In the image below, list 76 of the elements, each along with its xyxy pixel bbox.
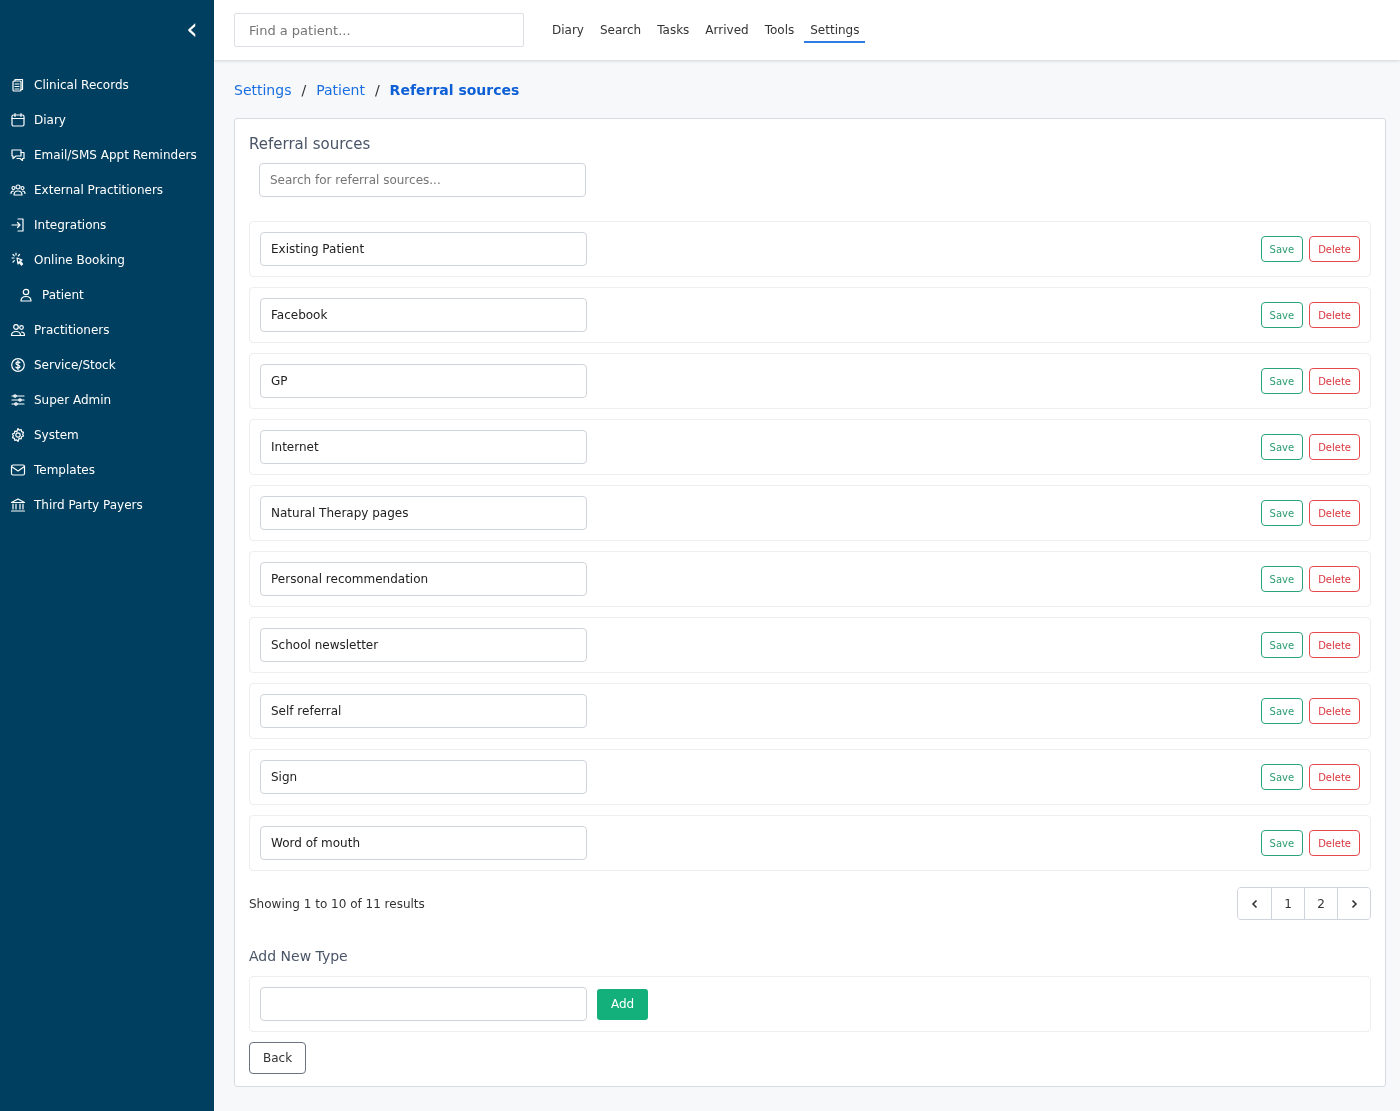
- sidebar-item[interactable]: Service/Stock: [10, 354, 116, 376]
- delete-button[interactable]: Delete: [1309, 236, 1360, 262]
- save-button[interactable]: Save: [1260, 302, 1304, 328]
- nav-tab[interactable]: Diary: [546, 17, 590, 43]
- delete-button[interactable]: Delete: [1309, 434, 1360, 460]
- clipboard-icon: [10, 77, 26, 93]
- delete-button[interactable]: Delete: [1309, 698, 1360, 724]
- sidebar-item[interactable]: Templates: [10, 459, 95, 481]
- breadcrumb-separator: /: [374, 82, 380, 98]
- referral-name-field[interactable]: GP: [260, 364, 587, 398]
- delete-button[interactable]: Delete: [1309, 764, 1360, 790]
- sidebar-item[interactable]: Practitioners: [10, 319, 110, 341]
- breadcrumb-separator: /: [301, 82, 307, 98]
- sidebar-item[interactable]: Clinical Records: [10, 74, 129, 96]
- gear-icon: [10, 427, 26, 443]
- sidebar-item[interactable]: Email/SMS Appt Reminders: [10, 144, 197, 166]
- referral-search-field[interactable]: Search for referral sources...: [259, 163, 586, 197]
- sliders-icon: [10, 392, 26, 408]
- save-button[interactable]: Save: [1260, 632, 1304, 658]
- pointer-icon: [10, 252, 26, 268]
- dollar-coin-icon: [10, 357, 26, 373]
- sidebar-item[interactable]: External Practitioners: [10, 179, 164, 201]
- delete-button[interactable]: Delete: [1309, 368, 1360, 394]
- envelope-icon: [10, 462, 26, 478]
- save-button[interactable]: Save: [1260, 236, 1304, 262]
- next-page-button[interactable]: [1337, 888, 1370, 919]
- sidebar-item[interactable]: Integrations: [10, 214, 107, 236]
- delete-button[interactable]: Delete: [1309, 566, 1360, 592]
- delete-button[interactable]: Delete: [1309, 830, 1360, 856]
- save-button[interactable]: Save: [1260, 500, 1304, 526]
- save-button[interactable]: Save: [1260, 368, 1304, 394]
- card-title: Referral sources: [249, 135, 372, 153]
- results-summary: Showing 1 to 10 of 11 results: [249, 896, 425, 911]
- back-button[interactable]: Back: [249, 1042, 307, 1074]
- sidebar-item[interactable]: Online Booking: [10, 249, 125, 271]
- calendar-icon: [10, 112, 26, 128]
- chat-icon: [10, 147, 26, 163]
- patient-search-field[interactable]: Find a patient...: [234, 13, 524, 47]
- sidebar-item[interactable]: Diary: [10, 109, 66, 131]
- referral-name-field[interactable]: Facebook: [260, 298, 587, 332]
- nav-tab[interactable]: Settings: [804, 17, 866, 43]
- delete-button[interactable]: Delete: [1309, 500, 1360, 526]
- sidebar-item[interactable]: Third Party Payers: [10, 494, 143, 516]
- save-button[interactable]: Save: [1260, 566, 1304, 592]
- delete-button[interactable]: Delete: [1309, 302, 1360, 328]
- referral-name-field[interactable]: Internet: [260, 430, 587, 464]
- breadcrumb-link[interactable]: Patient: [316, 82, 365, 98]
- referral-name-field[interactable]: Word of mouth: [260, 826, 587, 860]
- save-button[interactable]: Save: [1260, 698, 1304, 724]
- save-button[interactable]: Save: [1260, 764, 1304, 790]
- referral-name-field[interactable]: Sign: [260, 760, 587, 794]
- new-type-field[interactable]: [260, 987, 587, 1021]
- group-icon: [10, 182, 26, 198]
- referral-name-field[interactable]: School newsletter: [260, 628, 587, 662]
- nav-tab[interactable]: Tools: [758, 17, 801, 43]
- save-button[interactable]: Save: [1260, 434, 1304, 460]
- sign-in-icon: [10, 217, 26, 233]
- sidebar-item[interactable]: Super Admin: [10, 389, 112, 411]
- add-type-title: Add New Type: [249, 948, 349, 964]
- nav-tab[interactable]: Tasks: [651, 17, 696, 43]
- people-icon: [10, 322, 26, 338]
- sidebar-item[interactable]: System: [10, 424, 79, 446]
- collapse-button[interactable]: ‹: [182, 14, 202, 44]
- bank-icon: [10, 497, 26, 513]
- nav-tab[interactable]: Search: [593, 17, 648, 43]
- nav-tab[interactable]: Arrived: [699, 17, 755, 43]
- referral-name-field[interactable]: Self referral: [260, 694, 587, 728]
- referral-name-field[interactable]: Natural Therapy pages: [260, 496, 587, 530]
- breadcrumb-link[interactable]: Settings: [234, 82, 292, 98]
- person-icon: [18, 287, 34, 303]
- referral-name-field[interactable]: Personal recommendation: [260, 562, 587, 596]
- referral-name-field[interactable]: Existing Patient: [260, 232, 587, 266]
- delete-button[interactable]: Delete: [1309, 632, 1360, 658]
- breadcrumb-link[interactable]: Referral sources: [389, 82, 520, 98]
- save-button[interactable]: Save: [1260, 830, 1304, 856]
- sidebar-item[interactable]: Patient: [10, 284, 84, 306]
